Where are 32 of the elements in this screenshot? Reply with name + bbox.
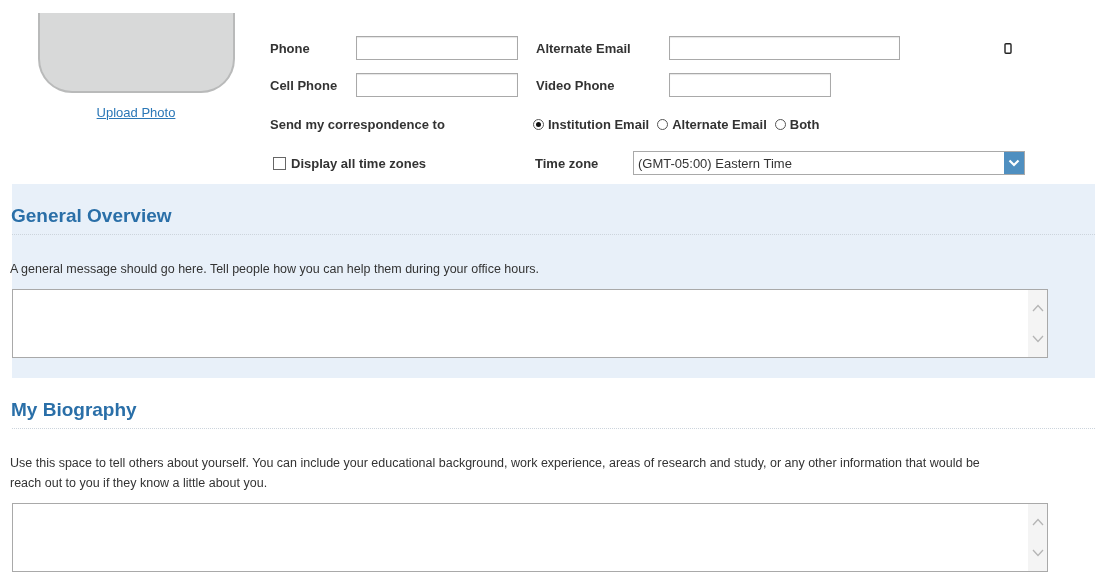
radio-button[interactable] [533, 118, 544, 130]
field-label: Phone [270, 40, 311, 56]
mobile-phone-icon[interactable] [1004, 42, 1012, 54]
text-area[interactable] [12, 289, 1048, 358]
radio-label[interactable]: Both [789, 116, 820, 132]
section-heading: My Biography [11, 398, 138, 422]
section-description: A general message should go here. Tell people how you can help them during your office hours. [10, 261, 541, 278]
radio-button[interactable] [774, 118, 786, 130]
section-description: Use this space to tell others about yourself. You can include your educational background, work experience, areas of research and study, or any other information that would be [10, 455, 981, 472]
field-label: Cell Phone [270, 77, 339, 93]
radio-label[interactable]: Institution Email [548, 116, 650, 132]
time-zone-dropdown[interactable]: (GMT-05:00) Eastern Time [633, 151, 1025, 175]
radio-label[interactable]: Alternate Email [672, 116, 767, 132]
checkbox-option[interactable]: Display all time zones [273, 155, 535, 171]
input-field[interactable] [669, 73, 831, 97]
section-description: reach out to you if they know a little about you. [10, 475, 269, 492]
field-label: Send my correspondence to [270, 116, 446, 132]
section-heading: General Overview [11, 204, 173, 228]
field-label: Video Phone [536, 77, 616, 93]
input-field[interactable] [356, 36, 518, 60]
input-field[interactable] [356, 73, 518, 97]
chevron-down-icon [1008, 159, 1020, 167]
scroll-up-icon[interactable] [1031, 518, 1044, 526]
text-area[interactable] [12, 503, 1048, 572]
radio-button[interactable] [657, 118, 669, 130]
field-label: Alternate Email [536, 40, 632, 56]
scroll-down-icon[interactable] [1031, 549, 1044, 557]
field-label: Time zone [535, 155, 600, 171]
input-field[interactable] [669, 36, 900, 60]
upload-photo-link[interactable]: Upload Photo [96, 105, 176, 120]
scroll-down-icon[interactable] [1031, 335, 1044, 343]
scroll-up-icon[interactable] [1031, 304, 1044, 312]
